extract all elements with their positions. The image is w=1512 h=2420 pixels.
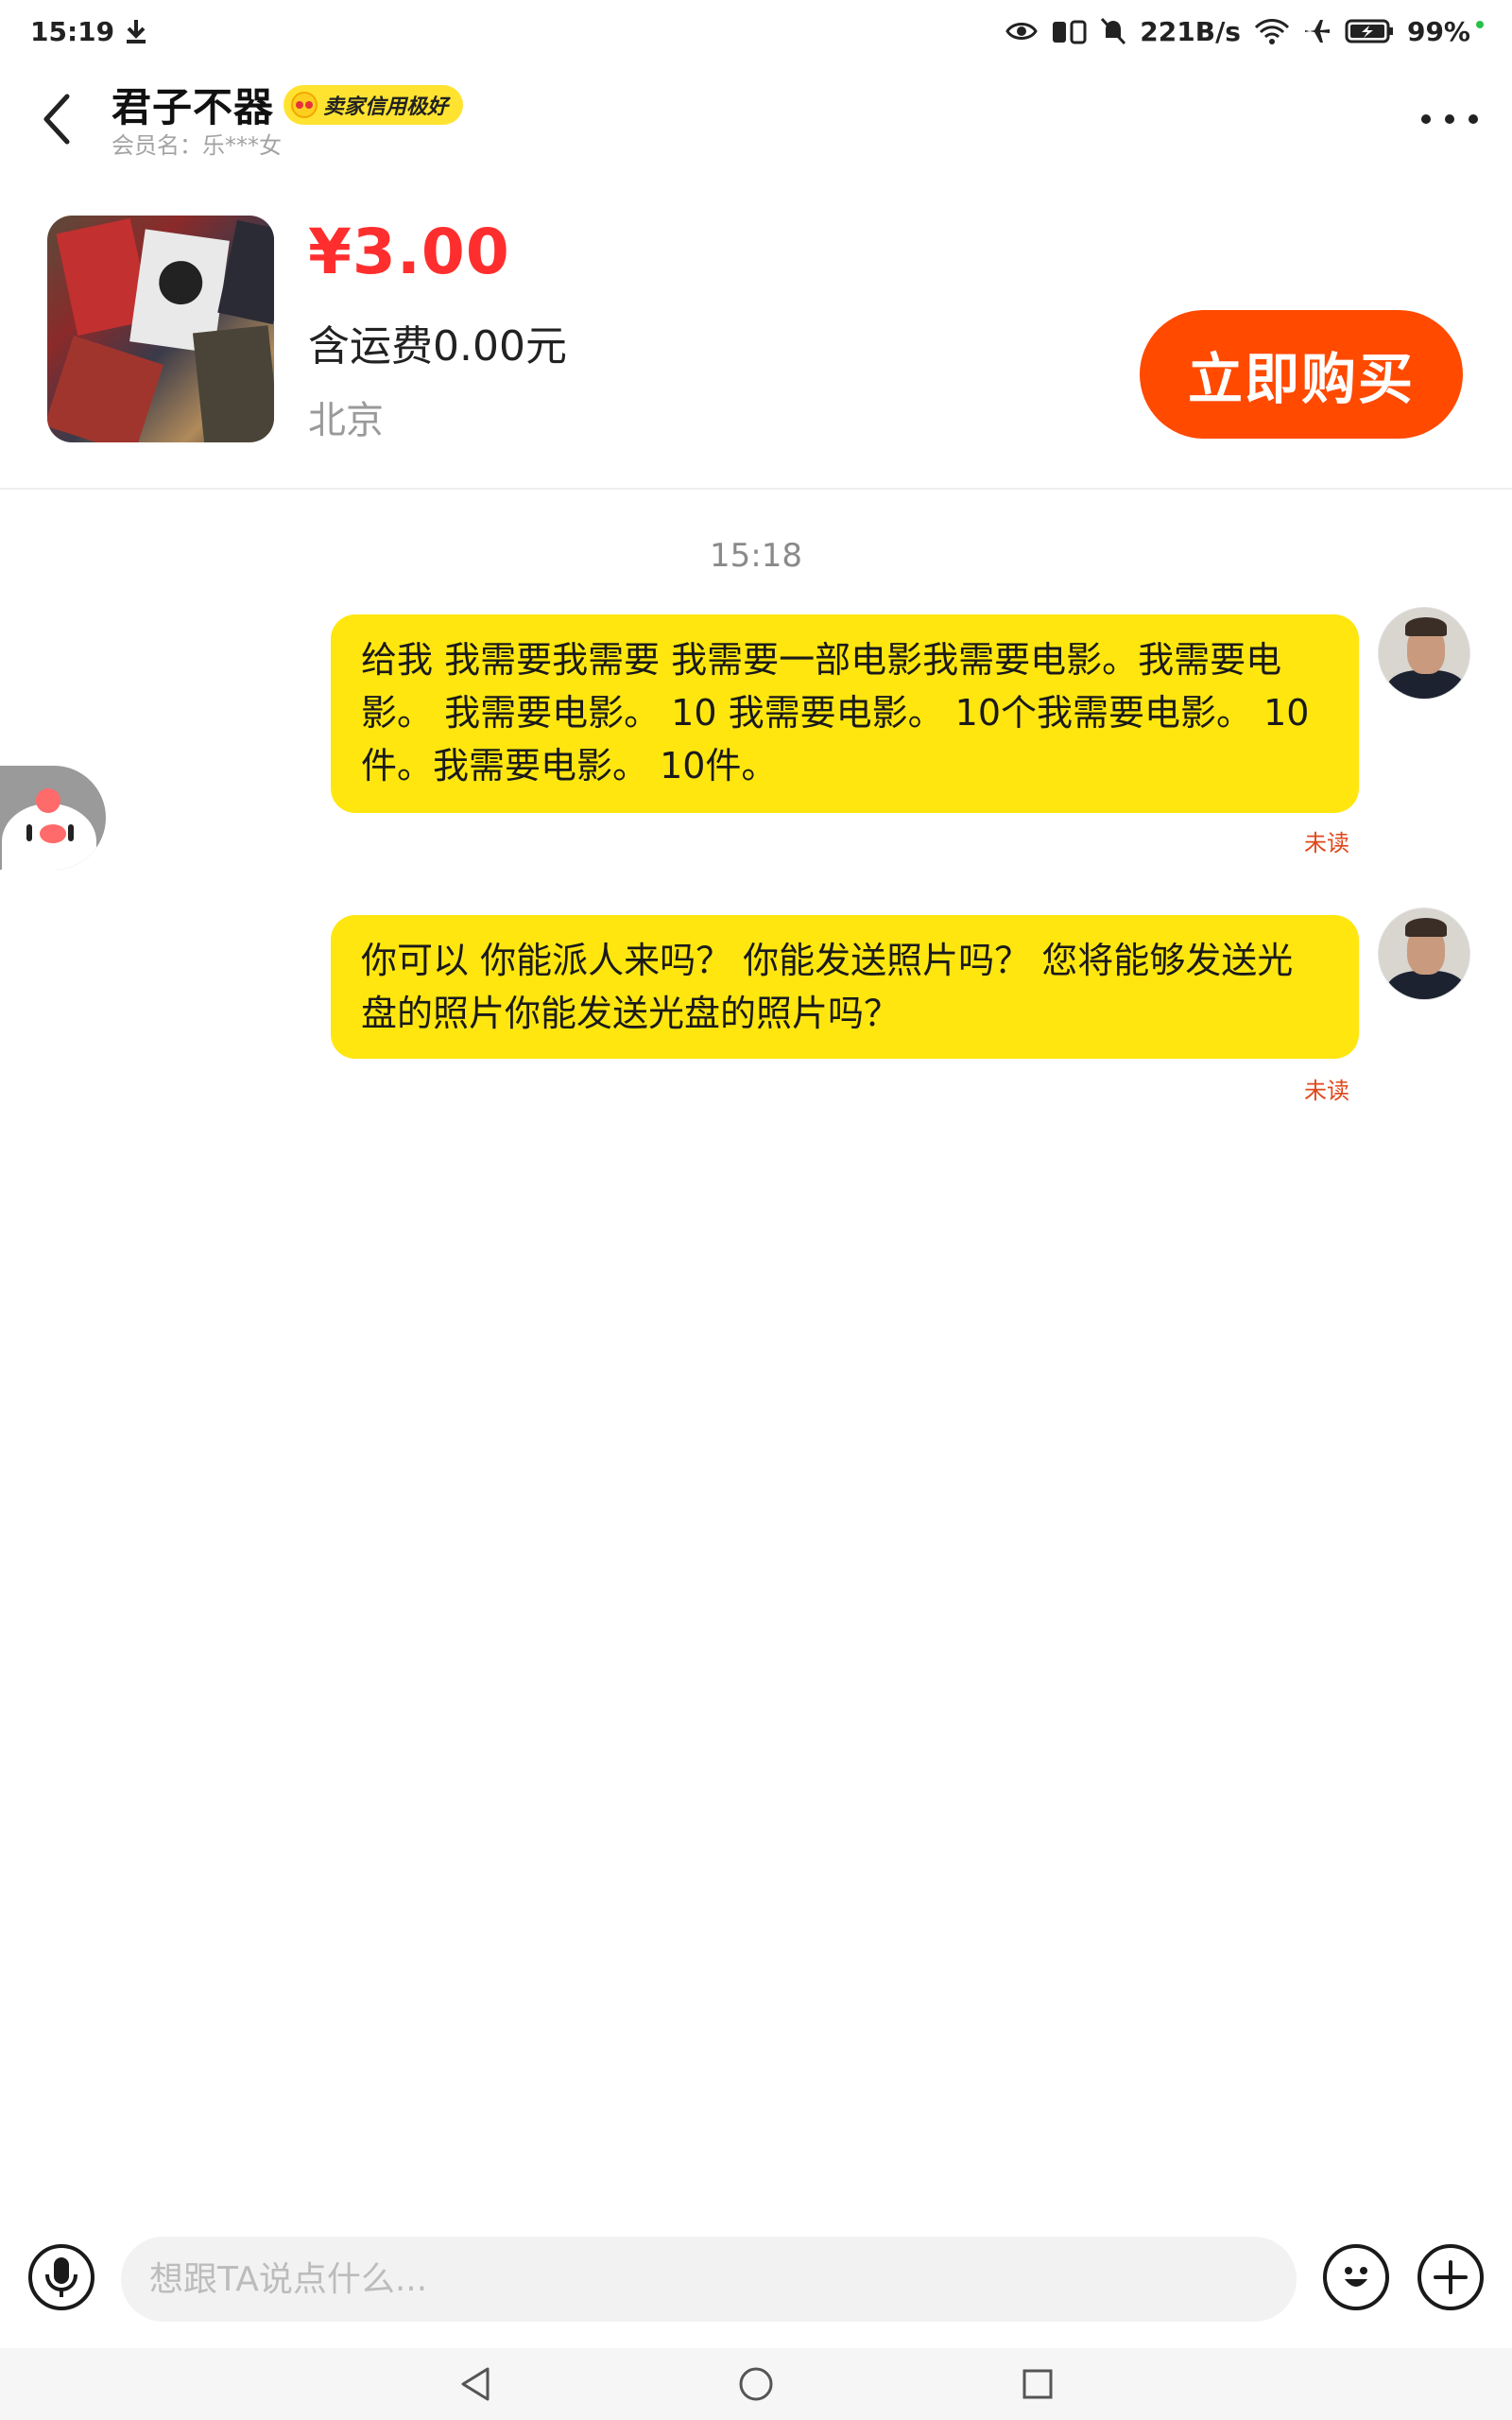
robot-nose <box>40 824 66 843</box>
chat-timestamp: 15:18 <box>710 537 802 575</box>
input-bar <box>0 2223 1512 2333</box>
user-avatar[interactable] <box>1378 908 1470 1000</box>
more-button[interactable] <box>1421 100 1478 138</box>
battery-saver-icon <box>1053 20 1087 44</box>
chevron-left-icon <box>43 94 70 145</box>
battery-percent: 99% <box>1406 15 1470 47</box>
bot-avatar[interactable] <box>0 766 106 870</box>
avatar-body <box>1386 971 1466 999</box>
emoji-icon <box>1345 2267 1367 2287</box>
seller-name[interactable]: 君子不器 <box>112 76 274 133</box>
message-bubble[interactable]: 给我 我需要我需要 我需要一部电影我需要电影。我需要电影。 我需要电影。 10 … <box>331 614 1359 813</box>
status-bar: 15:19 221B/s 99% <box>0 0 1512 62</box>
product-shipping: 含运费0.00元 <box>308 322 567 371</box>
dvd-cover <box>217 219 274 325</box>
badge-face-icon <box>291 91 318 118</box>
product-image[interactable] <box>47 216 274 442</box>
credit-badge[interactable]: 卖家信用极好 <box>284 84 464 125</box>
message-input[interactable] <box>121 2237 1297 2322</box>
title-row: 君子不器 卖家信用极好 <box>112 76 464 133</box>
plus-icon <box>1434 2260 1468 2294</box>
credit-badge-label: 卖家信用极好 <box>323 95 449 119</box>
unread-status: 未读 <box>1304 830 1349 856</box>
chat-header: 君子不器 卖家信用极好 会员名：乐***女 <box>0 62 1512 176</box>
more-dots-icon <box>1469 114 1478 124</box>
square-recents-icon <box>1022 2369 1053 2399</box>
avatar-hair <box>1405 617 1447 636</box>
more-dots-icon <box>1421 114 1431 124</box>
buy-now-button[interactable]: 立即购买 <box>1140 310 1463 439</box>
more-actions-button[interactable] <box>1418 2244 1484 2310</box>
nav-back-button[interactable] <box>448 2360 501 2409</box>
product-price: ¥3.00 <box>308 216 510 288</box>
circle-home-icon <box>739 2367 773 2401</box>
back-button[interactable] <box>28 85 85 153</box>
nav-home-button[interactable] <box>730 2360 782 2409</box>
charging-dot <box>1476 21 1484 28</box>
voice-button[interactable] <box>28 2244 94 2310</box>
dvd-cover <box>47 335 164 442</box>
airplane-icon <box>1304 20 1330 43</box>
more-dots-icon <box>1445 114 1454 124</box>
robot-eye <box>26 824 32 841</box>
status-time: 15:19 <box>30 15 115 47</box>
mute-icon <box>1101 17 1126 45</box>
chat-area[interactable]: 15:18 给我 我需要我需要 我需要一部电影我需要电影。我需要电影。 我需要电… <box>0 492 1512 2212</box>
user-avatar[interactable] <box>1378 607 1470 700</box>
message-bubble[interactable]: 你可以 你能派人来吗？ 你能发送照片吗？ 您将能够发送光盘的照片你能发送光盘的照… <box>331 915 1359 1059</box>
dvd-cover <box>192 325 274 442</box>
battery-icon <box>1345 19 1393 43</box>
microphone-icon <box>45 2257 77 2297</box>
status-left: 15:19 <box>30 16 148 47</box>
robot-antenna <box>36 788 60 813</box>
download-icon <box>127 20 146 43</box>
unread-status: 未读 <box>1304 1078 1349 1104</box>
wifi-icon <box>1254 19 1290 44</box>
member-name: 会员名：乐***女 <box>112 132 282 159</box>
product-location: 北京 <box>308 399 384 442</box>
network-speed: 221B/s <box>1140 15 1241 47</box>
triangle-back-icon <box>461 2367 490 2401</box>
avatar-body <box>1386 670 1466 699</box>
emoji-button[interactable] <box>1323 2244 1389 2310</box>
robot-eye <box>68 824 74 841</box>
nav-recents-button[interactable] <box>1011 2360 1064 2409</box>
eye-icon <box>1005 23 1039 40</box>
system-nav-bar <box>0 2348 1512 2420</box>
status-right: 221B/s 99% <box>1005 16 1484 47</box>
product-card[interactable]: ¥3.00 含运费0.00元 北京 立即购买 <box>0 189 1512 490</box>
avatar-hair <box>1405 918 1447 937</box>
